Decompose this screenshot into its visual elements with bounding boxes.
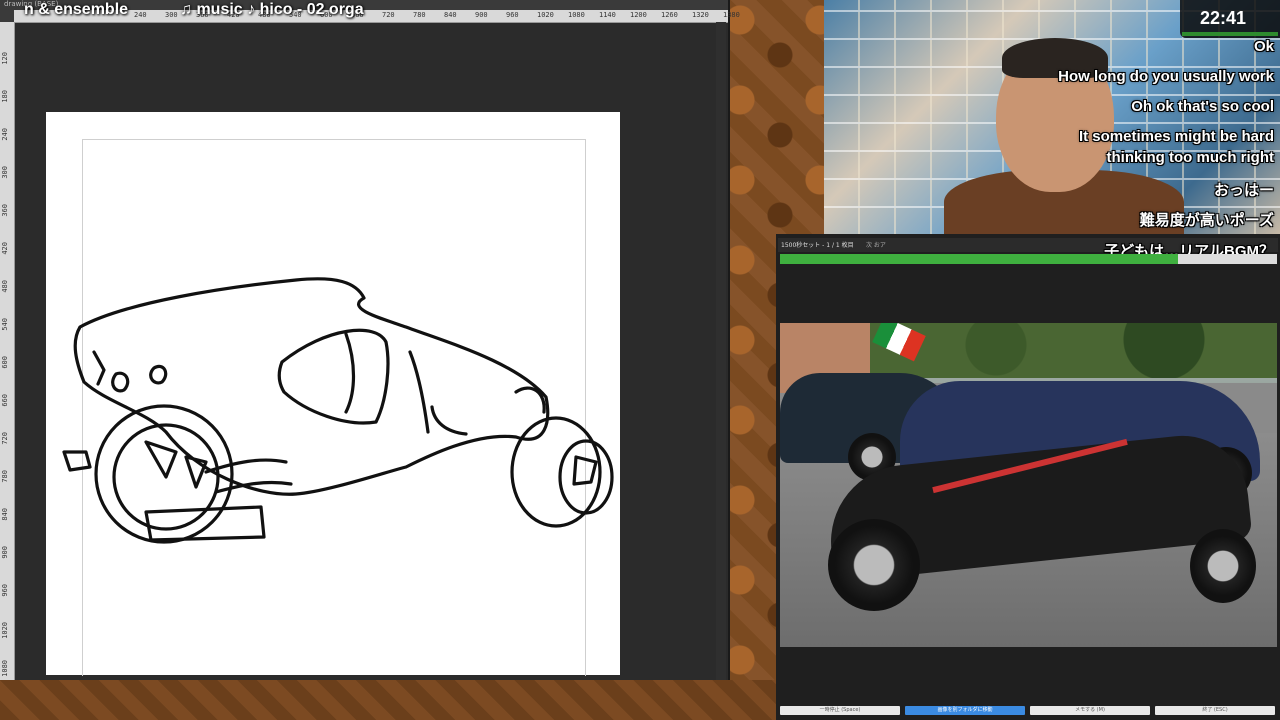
ruler-tick: 1200: [630, 11, 647, 19]
ruler-tick: 660: [1, 394, 9, 407]
ruler-tick: 120: [1, 52, 9, 65]
ruler-tick: 1020: [537, 11, 554, 19]
chat-message: Oh ok that's so cool: [1131, 98, 1274, 115]
pause-button[interactable]: 一時停止 (Space): [780, 706, 900, 715]
ruler-tick: 900: [1, 546, 9, 559]
ruler-tick: 1380: [723, 11, 740, 19]
clock-time: 22:41: [1200, 8, 1247, 28]
ruler-tick: 840: [1, 508, 9, 521]
chat-message: How long do you usually work: [1058, 68, 1274, 85]
ruler-tick: 600: [1, 356, 9, 369]
vertical-scrollbar[interactable]: [716, 22, 726, 680]
reference-counter: 1500秒セット - 1 / 1 枚目: [781, 242, 854, 249]
ruler-tick: 360: [1, 204, 9, 217]
ruler-tick: 720: [382, 11, 395, 19]
ruler-tick: 780: [1, 470, 9, 483]
ruler-left: 120 180 240 300 360 420 480 540 600 660 720 780 840 9…: [0, 22, 15, 680]
ruler-tick: 540: [1, 318, 9, 331]
memo-button[interactable]: メモする (M): [1030, 706, 1150, 715]
reference-photo: [780, 323, 1277, 647]
ruler-tick: 1320: [692, 11, 709, 19]
ruler-tick: 300: [1, 166, 9, 179]
ruler-tick: 1080: [1, 660, 9, 677]
now-playing-music: ♫ music ♪ hico - 02 orga: [180, 1, 364, 18]
reference-controls: 一時停止 (Space) 画像を別フォルダに移動 メモする (M) 終了 (ES…: [780, 706, 1277, 715]
reference-next-label[interactable]: 次 おア: [866, 240, 886, 249]
ruler-tick: 180: [1, 90, 9, 103]
ruler-tick: 720: [1, 432, 9, 445]
ruler-tick: 960: [1, 584, 9, 597]
ruler-tick: 840: [444, 11, 457, 19]
ruler-tick: 240: [1, 128, 9, 141]
ruler-tick: 1080: [568, 11, 585, 19]
decorative-bottom-strip: [0, 680, 776, 720]
ruler-tick: 1260: [661, 11, 678, 19]
chat-message: Ok: [1253, 38, 1274, 55]
ruler-tick: 780: [413, 11, 426, 19]
timer-progress-bar: [780, 254, 1277, 264]
chat-message: It sometimes might be hard: [1078, 128, 1274, 145]
ruler-tick: 1020: [1, 622, 9, 639]
ruler-tick: 900: [475, 11, 488, 19]
ruler-tick: 960: [506, 11, 519, 19]
clock-progress: [1182, 32, 1278, 36]
timer-progress-fill: [780, 254, 1178, 264]
ruler-tick: 480: [1, 280, 9, 293]
ruler-tick: 420: [1, 242, 9, 255]
ruler-tick: 300: [165, 11, 178, 19]
exit-button[interactable]: 終了 (ESC): [1155, 706, 1275, 715]
ruler-tick: 240: [134, 11, 147, 19]
chat-message: おっはー: [1213, 182, 1274, 199]
ruler-tick: 1140: [599, 11, 616, 19]
chat-message: 難易度が高いポーズ: [1139, 212, 1274, 229]
stream-title: n & ensemble: [24, 1, 129, 18]
move-image-button[interactable]: 画像を別フォルダに移動: [905, 706, 1025, 715]
trike-sketch: [62, 277, 614, 544]
chat-message: thinking too much right: [1106, 149, 1274, 166]
